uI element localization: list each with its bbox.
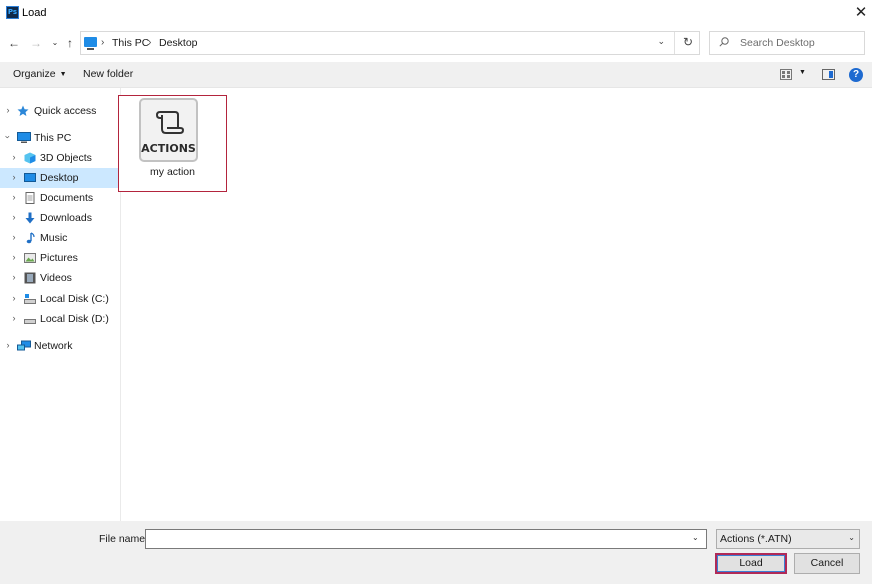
- picture-icon: [24, 253, 36, 263]
- download-arrow-icon: [25, 212, 35, 224]
- sidebar-item-3d-objects[interactable]: › 3D Objects: [0, 148, 120, 168]
- breadcrumb-this-pc[interactable]: This PC: [112, 37, 149, 49]
- sidebar-item-label: Pictures: [40, 252, 78, 264]
- sidebar-item-label: Local Disk (D:): [40, 313, 109, 325]
- command-toolbar: Organize ▼ New folder ▼ ?: [0, 62, 872, 88]
- sidebar-item-label: Desktop: [40, 172, 79, 184]
- dialog-footer: File name: ⌄ Actions (*.ATN) ⌄ Load Canc…: [0, 521, 872, 584]
- sidebar-item-label: Videos: [40, 272, 72, 284]
- sidebar-item-music[interactable]: › Music: [0, 228, 120, 248]
- file-list-area[interactable]: [122, 88, 872, 521]
- sidebar-item-videos[interactable]: › Videos: [0, 268, 120, 288]
- breadcrumb-desktop[interactable]: Desktop: [159, 37, 198, 49]
- sidebar-item-local-disk-d[interactable]: › Local Disk (D:): [0, 309, 120, 329]
- film-icon: [24, 272, 36, 284]
- sidebar-item-quick-access[interactable]: › Quick access: [0, 101, 120, 121]
- sidebar-item-desktop[interactable]: › Desktop: [0, 168, 120, 188]
- back-arrow-icon[interactable]: ←: [6, 34, 22, 52]
- breadcrumb-separator-icon: ›: [148, 37, 152, 48]
- sidebar-item-label: 3D Objects: [40, 152, 92, 164]
- sidebar-item-documents[interactable]: › Documents: [0, 188, 120, 208]
- address-bar[interactable]: › This PC › Desktop ⌄ ↻: [80, 31, 700, 55]
- load-button[interactable]: Load: [715, 553, 787, 574]
- sidebar-item-network[interactable]: › Network: [0, 336, 120, 356]
- file-name-history-chevron-icon[interactable]: ⌄: [692, 533, 699, 542]
- expand-chevron-icon[interactable]: ›: [3, 105, 13, 115]
- sidebar-item-this-pc[interactable]: › This PC: [0, 128, 120, 148]
- expand-chevron-icon[interactable]: ›: [9, 313, 19, 323]
- drive-icon: [24, 319, 36, 324]
- organize-label: Organize: [13, 68, 56, 80]
- close-button[interactable]: ✕: [850, 0, 872, 26]
- file-type-selected: Actions (*.ATN): [720, 533, 792, 545]
- up-arrow-icon[interactable]: ↑: [62, 34, 78, 52]
- sidebar-item-label: Downloads: [40, 212, 92, 224]
- computer-icon: [17, 132, 31, 143]
- drive-icon: [24, 294, 36, 304]
- desktop-icon: [24, 173, 36, 182]
- sidebar-item-label: Local Disk (C:): [40, 293, 109, 305]
- expand-chevron-icon[interactable]: ›: [9, 272, 19, 282]
- new-folder-button[interactable]: New folder: [83, 68, 133, 80]
- refresh-icon[interactable]: ↻: [683, 35, 693, 49]
- file-thumbnail-label: ACTIONS: [141, 142, 196, 155]
- network-icon: [17, 340, 31, 351]
- music-note-icon: [26, 232, 35, 244]
- address-dropdown-chevron-icon[interactable]: ⌄: [657, 36, 665, 47]
- sidebar-item-label: Music: [40, 232, 68, 244]
- file-name-field-label: File name:: [99, 533, 149, 545]
- expand-chevron-icon[interactable]: ›: [9, 232, 19, 242]
- search-placeholder: Search Desktop: [740, 37, 815, 49]
- sidebar-item-downloads[interactable]: › Downloads: [0, 208, 120, 228]
- window-title: Load: [22, 7, 47, 19]
- sidebar-item-label: Network: [34, 340, 73, 352]
- document-icon: [25, 192, 35, 204]
- cancel-button[interactable]: Cancel: [794, 553, 860, 574]
- sidebar-item-local-disk-c[interactable]: › Local Disk (C:): [0, 289, 120, 309]
- view-options-icon[interactable]: [780, 69, 792, 80]
- breadcrumb-separator-icon: ›: [101, 37, 105, 48]
- search-icon: [719, 37, 729, 47]
- sidebar-item-label: Documents: [40, 192, 94, 204]
- file-type-chevron-icon: ⌄: [848, 533, 855, 542]
- actions-file-icon: ACTIONS: [139, 98, 198, 162]
- collapse-chevron-icon[interactable]: ›: [3, 132, 13, 142]
- search-input[interactable]: Search Desktop: [709, 31, 865, 55]
- file-name-label: my action: [150, 166, 195, 178]
- view-options-caret-icon[interactable]: ▼: [799, 69, 806, 76]
- title-bar: Ps Load ✕: [0, 0, 872, 28]
- navigation-pane: › Quick access › This PC › 3D Objects › …: [0, 88, 121, 521]
- expand-chevron-icon[interactable]: ›: [9, 152, 19, 162]
- photoshop-app-icon: Ps: [6, 6, 19, 19]
- expand-chevron-icon[interactable]: ›: [9, 192, 19, 202]
- expand-chevron-icon[interactable]: ›: [9, 212, 19, 222]
- star-icon: [17, 105, 29, 116]
- sidebar-item-label: This PC: [34, 132, 72, 144]
- organize-caret-icon: ▼: [59, 71, 67, 78]
- cube-icon: [24, 152, 36, 164]
- recent-locations-chevron-icon[interactable]: ⌄: [47, 34, 63, 52]
- expand-chevron-icon[interactable]: ›: [9, 252, 19, 262]
- file-item-my-action[interactable]: ACTIONS my action: [118, 95, 227, 192]
- address-divider: [674, 32, 675, 54]
- expand-chevron-icon[interactable]: ›: [9, 293, 19, 303]
- sidebar-item-label: Quick access: [34, 105, 97, 117]
- this-pc-icon: [84, 37, 97, 50]
- file-type-select[interactable]: Actions (*.ATN) ⌄: [716, 529, 860, 549]
- sidebar-item-pictures[interactable]: › Pictures: [0, 248, 120, 268]
- expand-chevron-icon[interactable]: ›: [3, 340, 13, 350]
- scroll-icon: [155, 111, 185, 134]
- file-name-input[interactable]: [145, 529, 707, 549]
- help-icon[interactable]: ?: [849, 68, 863, 82]
- preview-pane-icon[interactable]: [822, 69, 835, 80]
- organize-button[interactable]: Organize ▼: [13, 68, 67, 80]
- expand-chevron-icon[interactable]: ›: [9, 172, 19, 182]
- forward-arrow-icon[interactable]: →: [28, 34, 44, 52]
